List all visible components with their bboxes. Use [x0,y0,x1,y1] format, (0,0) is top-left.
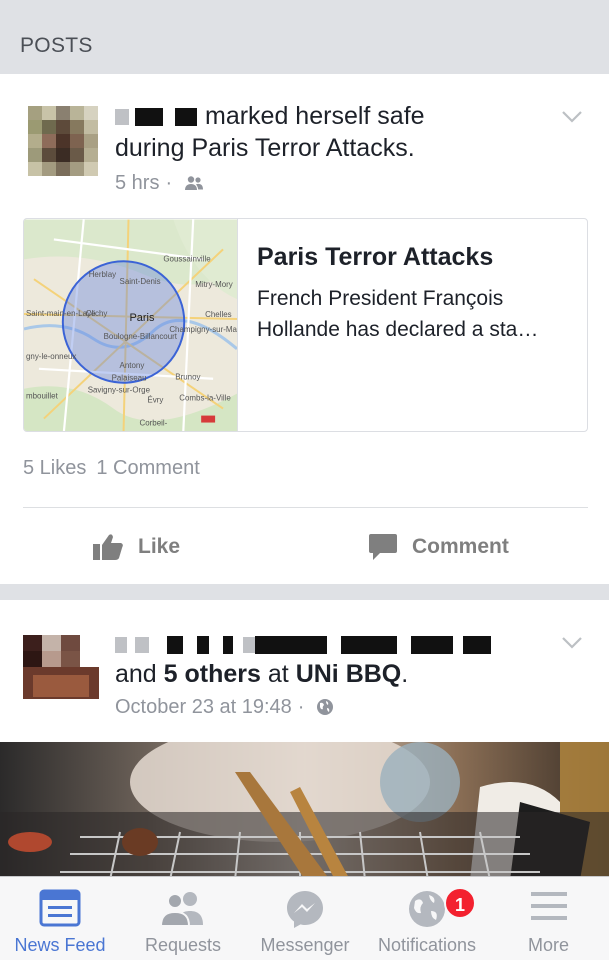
map-label: gny-le-onneux [26,352,76,361]
thumbs-up-icon [93,534,123,560]
map-label: Brunoy [175,373,200,382]
avatar[interactable] [23,635,99,699]
tab-label: Notifications [377,935,477,955]
notifications-globe-icon [409,891,445,927]
map-label: Clichy [86,309,108,318]
link-title: Paris Terror Attacks [257,243,494,271]
post-text-line2: and 5 others at UNi BBQ. [115,658,408,690]
comment-button[interactable]: Comment [368,530,509,564]
messenger-icon [287,891,323,928]
chevron-down-icon[interactable] [561,110,583,124]
tab-label: Messenger [260,935,350,955]
post-status-text: marked herself safe [205,102,425,130]
link-description-line: French President François [257,287,504,310]
map-label: Antony [120,361,145,370]
post-time[interactable]: October 23 at 19:48 [115,696,292,718]
tab-more[interactable]: More [488,877,609,960]
chevron-down-icon[interactable] [561,636,583,650]
tab-label: News Feed [14,935,106,955]
link-description-line: Hollande has declared a sta… [257,318,539,341]
link-description: French President François Hollande has d… [257,283,577,345]
reaction-counts: 5 Likes 1 Comment [23,457,200,480]
map-label: Palaiseau [112,374,147,383]
link-preview-card[interactable]: Goussainville Goussainville Herblay Sain… [23,218,588,432]
map-label: Paris [130,312,155,324]
comment-bubble-icon [369,534,397,560]
divider [23,507,588,508]
post-time[interactable]: 5 hrs [115,172,159,194]
map-label: Boulogne-Billancourt [104,332,178,341]
map-label: mbouillet [26,392,59,401]
section-title: POSTS [20,34,93,57]
notification-badge: 1 [444,887,476,919]
news-feed-icon [39,889,81,927]
post-meta: 5 hrs · [115,172,204,195]
map-label: Goussainville [163,254,211,263]
post-text-fragment: and [115,660,164,688]
map-label: Champigny-sur-Marne [169,325,238,334]
friend-requests-icon [159,892,203,927]
post-text-line1: marked herself safe [115,100,425,132]
tab-label: Requests [144,935,222,955]
comment-label: Comment [412,535,509,558]
bottom-tab-bar: News Feed Requests Messenger 1 Notificat… [0,876,609,960]
likes-count[interactable]: 5 Likes [23,457,86,479]
tab-notifications[interactable]: 1 Notifications [366,877,488,960]
tab-label: More [527,935,569,955]
like-button[interactable]: Like [92,530,180,564]
others-link[interactable]: 5 others [164,660,261,688]
post-text-fragment: at [260,660,296,688]
map-label: Chelles [205,310,232,319]
bbq-photo-image [0,742,609,880]
post-card: marked herself safe during Paris Terror … [0,74,609,584]
comments-count[interactable]: 1 Comment [96,457,199,479]
map-label: Corbeil- [139,419,167,428]
map-label: Évry [147,396,163,405]
map-thumbnail: Goussainville Goussainville Herblay Sain… [24,219,238,431]
map-label: Savigny-sur-Orge [88,386,151,395]
globe-icon [317,699,334,715]
redacted-name [115,109,129,126]
tab-news-feed[interactable]: News Feed [0,877,120,960]
section-header: POSTS [0,0,609,74]
friends-icon [184,176,203,190]
map-label: Combs-la-Ville [179,394,231,403]
post-text-line2: during Paris Terror Attacks. [115,134,415,162]
post-meta: October 23 at 19:48 · [115,696,334,719]
map-label: Herblay [89,270,116,279]
post-photo[interactable] [0,742,609,880]
post-text-fragment: . [401,660,409,688]
map-label: Saint-Denis [120,277,161,286]
avatar[interactable] [28,106,98,176]
like-label: Like [138,535,181,558]
redacted-tagged-names [115,628,491,660]
menu-icon [530,892,567,920]
tab-requests[interactable]: Requests [122,877,244,960]
place-link[interactable]: UNi BBQ [296,660,402,688]
tab-messenger[interactable]: Messenger [244,877,366,960]
map-label: Mitry-Mory [195,280,233,289]
